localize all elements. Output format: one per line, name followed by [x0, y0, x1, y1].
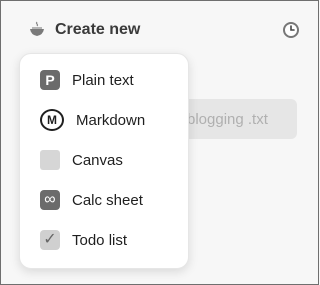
clock-icon[interactable]	[282, 21, 300, 39]
create-new-menu: P Plain text M Markdown Canvas ∞ Calc sh…	[19, 53, 189, 269]
canvas-icon	[40, 150, 60, 170]
create-new-header[interactable]: Create new	[27, 19, 140, 41]
plain-text-icon: P	[40, 70, 60, 90]
header-title: Create new	[55, 21, 141, 38]
menu-item-label: Plain text	[72, 71, 134, 89]
menu-item-label: Markdown	[76, 111, 146, 129]
window: Create new blogging .txt P Plain text M …	[0, 0, 319, 285]
menu-item-label: Calc sheet	[72, 191, 143, 209]
menu-item-markdown[interactable]: M Markdown	[20, 100, 188, 140]
menu-item-label: Todo list	[72, 231, 128, 249]
menu-item-todo-list[interactable]: ✓ Todo list	[20, 220, 188, 260]
menu-item-label: Canvas	[72, 151, 123, 169]
bowl-icon	[27, 20, 47, 40]
menu-item-calc-sheet[interactable]: ∞ Calc sheet	[20, 180, 188, 220]
file-name: blogging .txt	[187, 110, 268, 128]
checkbox-icon: ✓	[40, 230, 60, 250]
infinity-icon: ∞	[40, 190, 60, 210]
menu-item-plain-text[interactable]: P Plain text	[20, 60, 188, 100]
markdown-icon: M	[40, 109, 64, 131]
menu-item-canvas[interactable]: Canvas	[20, 140, 188, 180]
